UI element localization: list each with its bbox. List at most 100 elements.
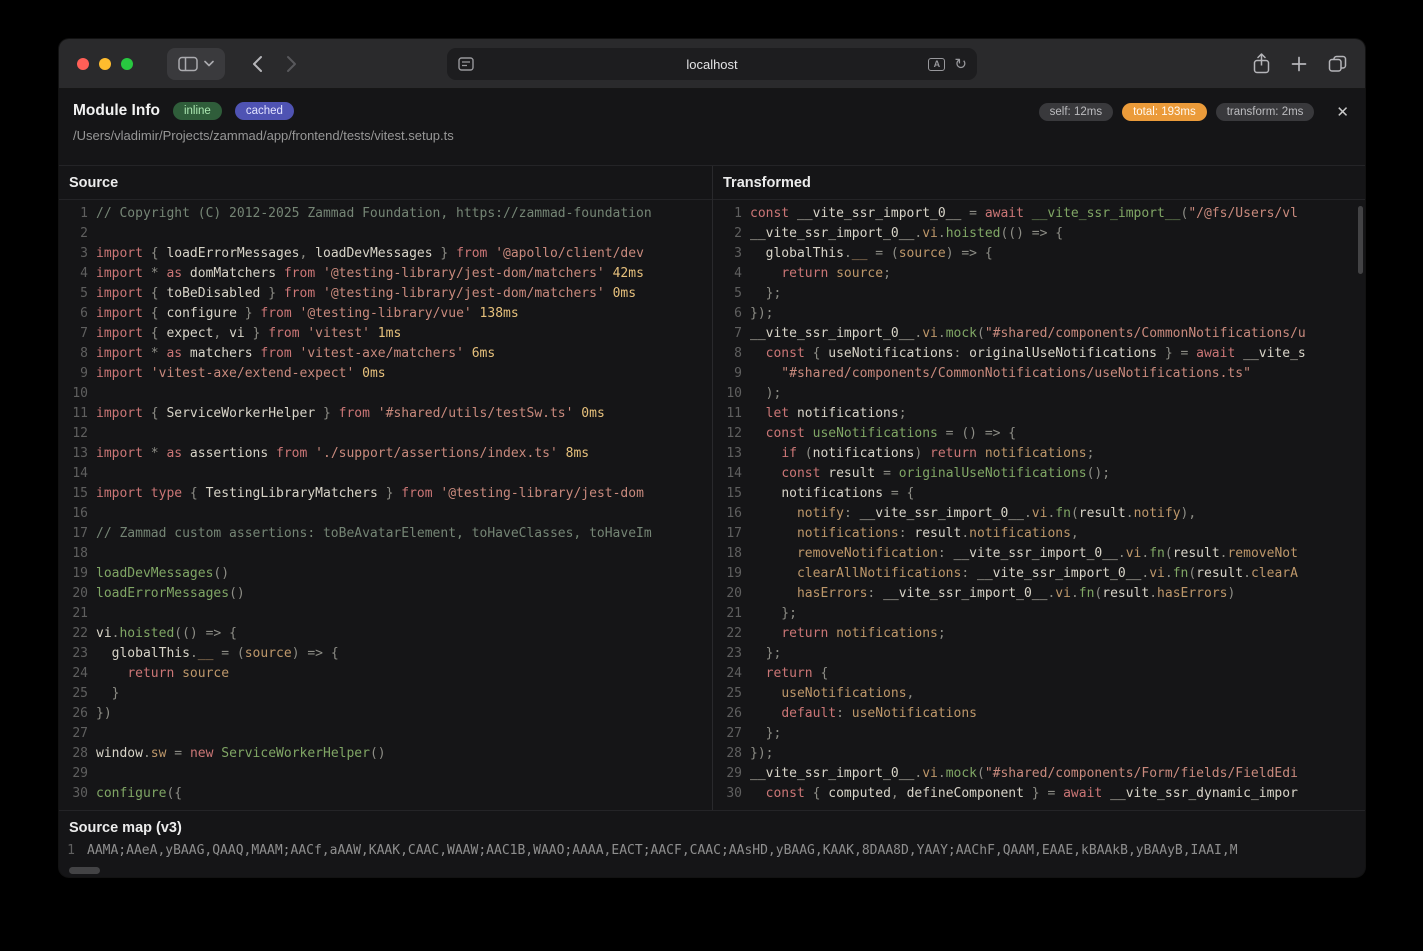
toolbar-right xyxy=(1253,53,1350,74)
minimize-window-button[interactable] xyxy=(99,58,111,70)
code-line: 29 xyxy=(59,764,712,784)
horizontal-scrollbar[interactable] xyxy=(69,867,100,874)
tab-overview-button[interactable] xyxy=(1328,55,1347,72)
code-line: 13 if (notifications) return notificatio… xyxy=(713,444,1365,464)
code-line: 23 }; xyxy=(713,644,1365,664)
close-window-button[interactable] xyxy=(77,58,89,70)
inline-badge: inline xyxy=(173,102,222,120)
code-line: 16 notify: __vite_ssr_import_0__.vi.fn(r… xyxy=(713,504,1365,524)
source-panel: Source 1// Copyright (C) 2012-2025 Zamma… xyxy=(59,166,712,810)
code-line: 20loadErrorMessages() xyxy=(59,584,712,604)
sidebar-toggle-button[interactable] xyxy=(167,48,225,80)
code-line: 5import { toBeDisabled } from '@testing-… xyxy=(59,284,712,304)
source-code[interactable]: 1// Copyright (C) 2012-2025 Zammad Found… xyxy=(59,200,712,804)
code-line: 30 const { computed, defineComponent } =… xyxy=(713,784,1365,804)
code-line: 27 }; xyxy=(713,724,1365,744)
chevron-left-icon xyxy=(252,55,263,73)
code-line: 1// Copyright (C) 2012-2025 Zammad Found… xyxy=(59,204,712,224)
code-line: 4 return source; xyxy=(713,264,1365,284)
code-line: 4import * as domMatchers from '@testing-… xyxy=(59,264,712,284)
code-line: 19 clearAllNotifications: __vite_ssr_imp… xyxy=(713,564,1365,584)
reload-icon[interactable]: ↻ xyxy=(954,57,967,72)
forward-button[interactable] xyxy=(277,48,305,80)
transform-time-badge: transform: 2ms xyxy=(1216,103,1315,121)
address-bar-actions: A ↻ xyxy=(928,48,967,80)
code-line: 8 const { useNotifications: originalUseN… xyxy=(713,344,1365,364)
transformed-panel-title: Transformed xyxy=(713,166,1365,200)
window-controls xyxy=(77,58,133,70)
sourcemap-section: Source map (v3) 1 AAMA;AAeA,yBAAG,QAAQ,M… xyxy=(59,810,1365,877)
code-panels: Source 1// Copyright (C) 2012-2025 Zamma… xyxy=(59,166,1365,810)
code-line: 19loadDevMessages() xyxy=(59,564,712,584)
sourcemap-line-number: 1 xyxy=(59,842,75,860)
code-line: 17 notifications: result.notifications, xyxy=(713,524,1365,544)
code-line: 29__vite_ssr_import_0__.vi.mock("#shared… xyxy=(713,764,1365,784)
new-tab-button[interactable] xyxy=(1291,56,1307,72)
code-line: 5 }; xyxy=(713,284,1365,304)
address-bar[interactable]: localhost A ↻ xyxy=(447,48,977,80)
back-button[interactable] xyxy=(243,48,271,80)
timing-badges: self: 12ms total: 193ms transform: 2ms ✕ xyxy=(1039,103,1349,121)
sidebar-icon xyxy=(178,56,198,72)
code-line: 3import { loadErrorMessages, loadDevMess… xyxy=(59,244,712,264)
code-line: 27 xyxy=(59,724,712,744)
code-line: 24 return { xyxy=(713,664,1365,684)
code-line: 18 removeNotification: __vite_ssr_import… xyxy=(713,544,1365,564)
inspector-page: Module Info inline cached /Users/vladimi… xyxy=(59,89,1365,877)
tabs-icon xyxy=(1328,55,1347,72)
code-line: 18 xyxy=(59,544,712,564)
code-line: 13import * as assertions from './support… xyxy=(59,444,712,464)
zoom-window-button[interactable] xyxy=(121,58,133,70)
code-line: 6}); xyxy=(713,304,1365,324)
page-format-icon[interactable] xyxy=(458,57,474,71)
code-line: 14 const result = originalUseNotificatio… xyxy=(713,464,1365,484)
chevron-right-icon xyxy=(286,55,297,73)
share-icon xyxy=(1253,53,1270,74)
transformed-code[interactable]: 1const __vite_ssr_import_0__ = await __v… xyxy=(713,200,1365,804)
code-line: 10 xyxy=(59,384,712,404)
sourcemap-line: 1 AAMA;AAeA,yBAAG,QAAQ,MAAM;AACf,aAAW,KA… xyxy=(59,842,1365,860)
total-time-badge: total: 193ms xyxy=(1122,103,1207,121)
code-line: 8import * as matchers from 'vitest-axe/m… xyxy=(59,344,712,364)
code-line: 16 xyxy=(59,504,712,524)
url-text: localhost xyxy=(686,57,737,72)
code-line: 15import type { TestingLibraryMatchers }… xyxy=(59,484,712,504)
plus-icon xyxy=(1291,56,1307,72)
transformed-panel: Transformed 1const __vite_ssr_import_0__… xyxy=(712,166,1365,810)
code-line: 9import 'vitest-axe/extend-expect' 0ms xyxy=(59,364,712,384)
code-line: 26}) xyxy=(59,704,712,724)
code-line: 12 xyxy=(59,424,712,444)
browser-window: localhost A ↻ xyxy=(59,39,1365,877)
code-line: 20 hasErrors: __vite_ssr_import_0__.vi.f… xyxy=(713,584,1365,604)
code-line: 22vi.hoisted(() => { xyxy=(59,624,712,644)
cached-badge: cached xyxy=(235,102,294,120)
code-line: 22 return notifications; xyxy=(713,624,1365,644)
code-line: 9 "#shared/components/CommonNotification… xyxy=(713,364,1365,384)
chevron-down-icon xyxy=(204,60,214,67)
code-line: 3 globalThis.__ = (source) => { xyxy=(713,244,1365,264)
code-line: 2 xyxy=(59,224,712,244)
code-line: 17// Zammad custom assertions: toBeAvata… xyxy=(59,524,712,544)
code-line: 6import { configure } from '@testing-lib… xyxy=(59,304,712,324)
self-time-badge: self: 12ms xyxy=(1039,103,1113,121)
code-line: 7__vite_ssr_import_0__.vi.mock("#shared/… xyxy=(713,324,1365,344)
module-path: /Users/vladimir/Projects/zammad/app/fron… xyxy=(73,128,1347,143)
code-line: 30configure({ xyxy=(59,784,712,804)
code-line: 24 return source xyxy=(59,664,712,684)
code-line: 12 const useNotifications = () => { xyxy=(713,424,1365,444)
page-title: Module Info xyxy=(73,102,160,120)
translate-icon[interactable]: A xyxy=(928,58,945,71)
code-line: 14 xyxy=(59,464,712,484)
code-line: 28window.sw = new ServiceWorkerHelper() xyxy=(59,744,712,764)
sourcemap-title: Source map (v3) xyxy=(59,811,1365,842)
code-line: 11 let notifications; xyxy=(713,404,1365,424)
code-line: 21 xyxy=(59,604,712,624)
code-line: 25 useNotifications, xyxy=(713,684,1365,704)
share-button[interactable] xyxy=(1253,53,1270,74)
code-line: 26 default: useNotifications xyxy=(713,704,1365,724)
source-panel-title: Source xyxy=(59,166,712,200)
code-line: 11import { ServiceWorkerHelper } from '#… xyxy=(59,404,712,424)
close-button[interactable]: ✕ xyxy=(1336,103,1349,121)
module-info-header: Module Info inline cached /Users/vladimi… xyxy=(59,89,1365,166)
vertical-scrollbar[interactable] xyxy=(1358,206,1363,274)
